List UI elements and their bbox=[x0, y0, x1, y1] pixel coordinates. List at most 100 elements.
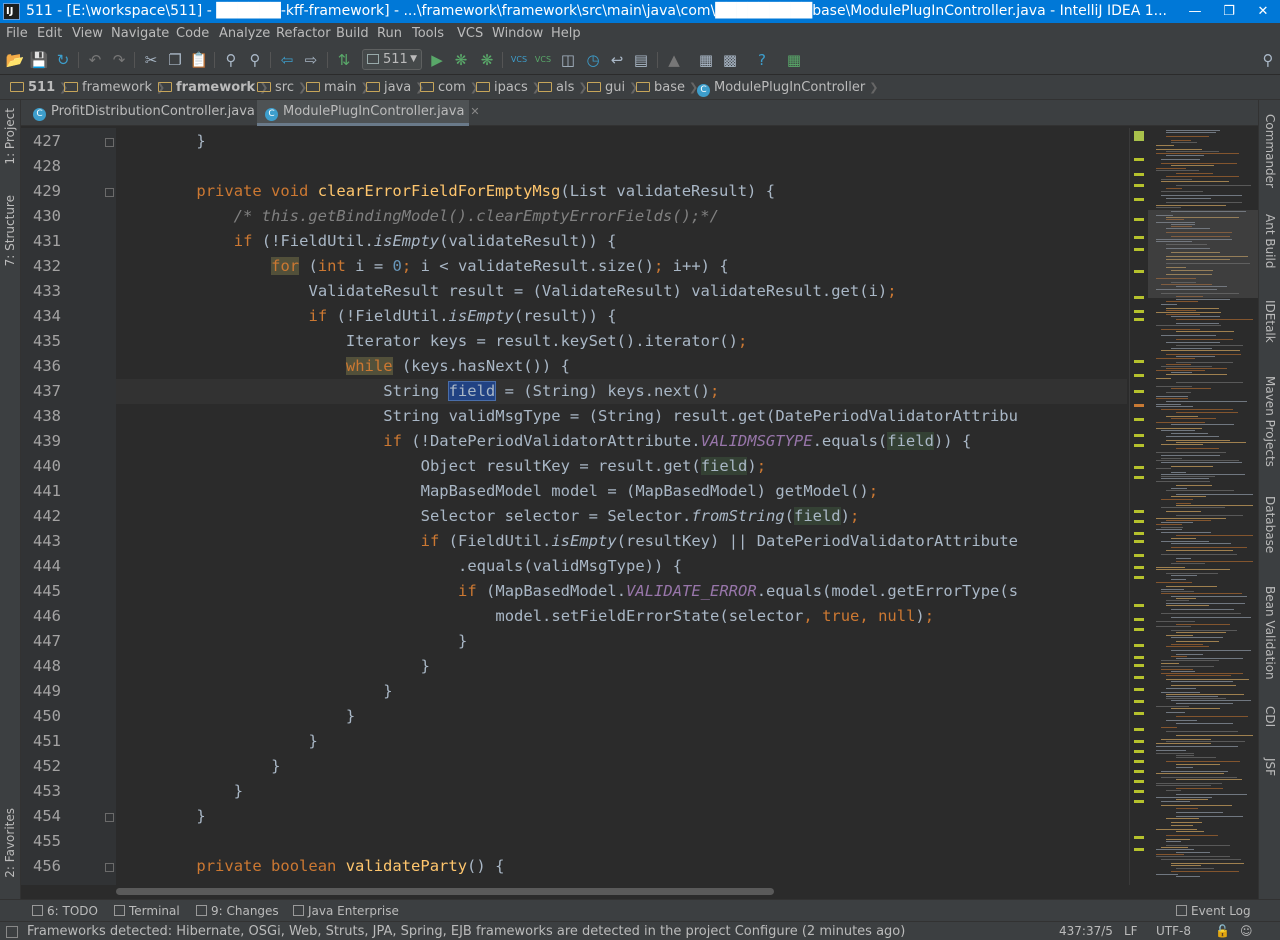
stripe-marker[interactable] bbox=[1134, 790, 1144, 793]
code-line[interactable]: /* this.getBindingModel().clearEmptyErro… bbox=[159, 204, 719, 229]
paste-icon[interactable]: 📋 bbox=[189, 50, 209, 70]
code-line[interactable]: if (MapBasedModel.VALIDATE_ERROR.equals(… bbox=[159, 579, 1018, 604]
stripe-marker[interactable] bbox=[1134, 540, 1144, 543]
code-line[interactable]: } bbox=[159, 779, 243, 804]
close-icon[interactable]: ✕ bbox=[1246, 0, 1280, 23]
terminal-tool-button[interactable]: Terminal bbox=[114, 900, 180, 922]
stripe-marker[interactable] bbox=[1134, 566, 1144, 569]
code-line[interactable]: Object resultKey = result.get(field); bbox=[159, 454, 766, 479]
stripe-marker[interactable] bbox=[1134, 390, 1144, 393]
menu-analyze[interactable]: Analyze bbox=[219, 23, 270, 45]
menu-edit[interactable]: Edit bbox=[37, 23, 62, 45]
status-message[interactable]: Frameworks detected: Hibernate, OSGi, We… bbox=[27, 922, 905, 940]
stripe-marker[interactable] bbox=[1134, 644, 1144, 647]
code-line[interactable]: while (keys.hasNext()) { bbox=[159, 354, 570, 379]
tab-profit-distribution-controller[interactable]: CProfitDistributionController.java✕ bbox=[25, 100, 270, 126]
code-line[interactable]: String field = (String) keys.next(); bbox=[159, 379, 719, 404]
stripe-marker[interactable] bbox=[1134, 404, 1144, 407]
plugin-icon[interactable]: ▦ bbox=[784, 50, 804, 70]
run-configuration-select[interactable]: 511 ▼ bbox=[362, 49, 422, 70]
stripe-marker[interactable] bbox=[1134, 712, 1144, 715]
breadcrumb-item[interactable]: framework ❯ bbox=[158, 75, 268, 100]
tool-tab-database[interactable]: Database bbox=[1263, 496, 1277, 553]
breadcrumb-item[interactable]: com ❯ bbox=[420, 75, 479, 100]
menu-view[interactable]: View bbox=[72, 23, 103, 45]
stripe-marker[interactable] bbox=[1134, 173, 1144, 176]
line-separator[interactable]: LF bbox=[1124, 922, 1138, 940]
breadcrumb-item[interactable]: main ❯ bbox=[306, 75, 370, 100]
tool-tab-favorites[interactable]: 2: Favorites bbox=[3, 808, 17, 878]
stripe-marker[interactable] bbox=[1134, 296, 1144, 299]
code-line[interactable]: } bbox=[159, 729, 318, 754]
stripe-marker[interactable] bbox=[1134, 466, 1144, 469]
stripe-marker[interactable] bbox=[1134, 444, 1144, 447]
code-line[interactable]: model.setFieldErrorState(selector, true,… bbox=[159, 604, 934, 629]
stripe-marker[interactable] bbox=[1134, 750, 1144, 753]
error-stripe[interactable] bbox=[1129, 128, 1148, 885]
stripe-marker[interactable] bbox=[1134, 688, 1144, 691]
stripe-marker[interactable] bbox=[1134, 318, 1144, 321]
minimap-viewport[interactable] bbox=[1148, 210, 1258, 298]
stripe-marker[interactable] bbox=[1134, 740, 1144, 743]
stripe-marker[interactable] bbox=[1134, 728, 1144, 731]
code-line[interactable]: if (!FieldUtil.isEmpty(result)) { bbox=[159, 304, 617, 329]
menu-help[interactable]: Help bbox=[551, 23, 581, 45]
tool-tab-commander[interactable]: Commander bbox=[1263, 114, 1277, 188]
code-line[interactable]: private void clearErrorFieldForEmptyMsg(… bbox=[159, 179, 775, 204]
code-line[interactable]: MapBasedModel model = (MapBasedModel) ge… bbox=[159, 479, 878, 504]
stripe-marker[interactable] bbox=[1134, 374, 1144, 377]
tab-module-plugin-controller[interactable]: C ModulePlugInController.java ✕ bbox=[257, 100, 480, 126]
code-line[interactable]: if (FieldUtil.isEmpty(resultKey) || Date… bbox=[159, 529, 1018, 554]
inspection-status-icon[interactable] bbox=[1134, 131, 1144, 141]
inspector-icon[interactable]: ☺ bbox=[1240, 922, 1253, 940]
stripe-marker[interactable] bbox=[1134, 780, 1144, 783]
stripe-marker[interactable] bbox=[1134, 270, 1144, 273]
stripe-marker[interactable] bbox=[1134, 664, 1144, 667]
code-line[interactable]: } bbox=[159, 679, 392, 704]
stripe-marker[interactable] bbox=[1134, 520, 1144, 523]
file-encoding[interactable]: UTF-8 bbox=[1156, 922, 1191, 940]
tool-tab-idetalk[interactable]: IDEtalk bbox=[1263, 300, 1277, 343]
editor-gutter[interactable]: 427 428 429 430 431 432 433 434 435 436 … bbox=[21, 128, 116, 885]
shelve-icon[interactable]: ▤ bbox=[631, 50, 651, 70]
code-line[interactable]: for (int i = 0; i < validateResult.size(… bbox=[159, 254, 729, 279]
vcs-update-icon[interactable]: VCS bbox=[509, 50, 529, 70]
coverage-icon[interactable]: ❋ bbox=[477, 50, 497, 70]
breadcrumb-item[interactable]: src ❯ bbox=[257, 75, 307, 100]
stripe-marker[interactable] bbox=[1134, 618, 1144, 621]
menu-tools[interactable]: Tools bbox=[412, 23, 444, 45]
close-tab-icon[interactable]: ✕ bbox=[470, 105, 479, 118]
stripe-marker[interactable] bbox=[1134, 800, 1144, 803]
tool-tab-project[interactable]: 1: Project bbox=[3, 108, 17, 165]
breadcrumb-item[interactable]: java ❯ bbox=[366, 75, 424, 100]
stripe-marker[interactable] bbox=[1134, 434, 1144, 437]
stripe-marker[interactable] bbox=[1134, 218, 1144, 221]
stripe-marker[interactable] bbox=[1134, 510, 1144, 513]
code-line[interactable]: .equals(validMsgType)) { bbox=[159, 554, 682, 579]
code-line[interactable]: } bbox=[159, 704, 355, 729]
breadcrumb-item[interactable]: framework ❯ bbox=[64, 75, 165, 100]
breadcrumb-item[interactable]: als ❯ bbox=[538, 75, 588, 100]
fold-marker-icon[interactable] bbox=[105, 863, 114, 872]
fold-marker-icon[interactable] bbox=[105, 188, 114, 197]
stripe-marker[interactable] bbox=[1134, 554, 1144, 557]
code-line[interactable]: } bbox=[159, 754, 280, 779]
stripe-marker[interactable] bbox=[1134, 418, 1144, 421]
stripe-marker[interactable] bbox=[1134, 576, 1144, 579]
debug-icon[interactable]: ❋ bbox=[451, 50, 471, 70]
todo-tool-button[interactable]: 6: TODO bbox=[32, 900, 98, 922]
menu-build[interactable]: Build bbox=[336, 23, 369, 45]
menu-code[interactable]: Code bbox=[176, 23, 209, 45]
changes-tool-button[interactable]: 9: Changes bbox=[196, 900, 279, 922]
undo-icon[interactable]: ↶ bbox=[85, 50, 105, 70]
tool-tab-cdi[interactable]: CDI bbox=[1263, 706, 1277, 727]
code-line[interactable]: } bbox=[159, 129, 205, 154]
menu-run[interactable]: Run bbox=[377, 23, 402, 45]
scrollbar-thumb[interactable] bbox=[116, 888, 774, 895]
redo-icon[interactable]: ↷ bbox=[109, 50, 129, 70]
stripe-marker[interactable] bbox=[1134, 848, 1144, 851]
menu-window[interactable]: Window bbox=[492, 23, 543, 45]
tool-tab-ant-build[interactable]: Ant Build bbox=[1263, 214, 1277, 268]
stripe-marker[interactable] bbox=[1134, 248, 1144, 251]
make-project-icon[interactable]: ⇅ bbox=[334, 50, 354, 70]
